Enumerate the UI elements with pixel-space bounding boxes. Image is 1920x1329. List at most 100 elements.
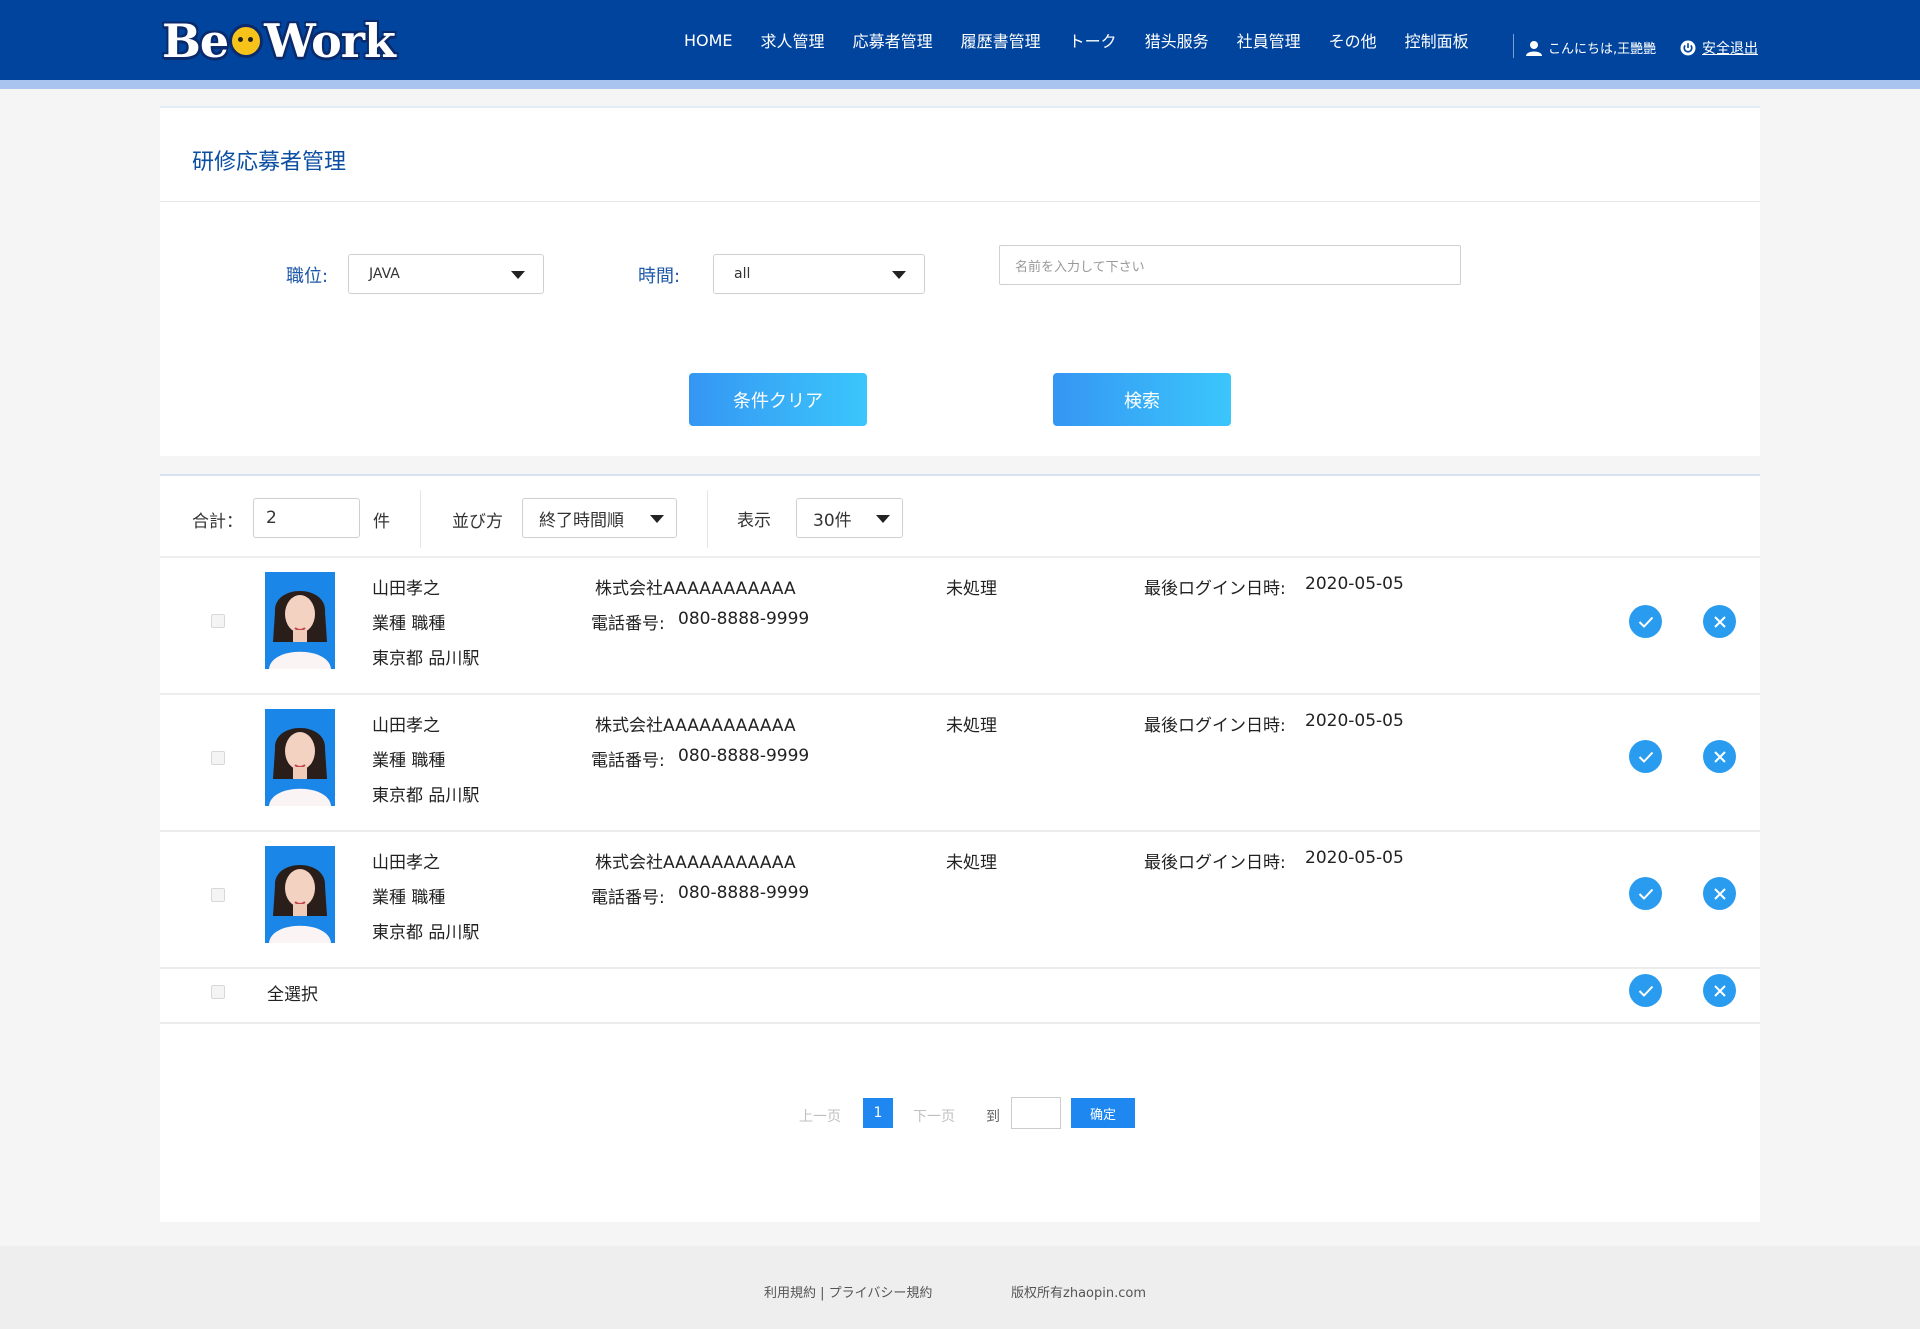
last-login-label: 最後ログイン日時:: [1144, 853, 1286, 873]
goto-label: 到: [986, 1109, 1000, 1125]
reject-all-button[interactable]: [1703, 974, 1736, 1007]
applicant-row: 山田孝之 業種 職種 東京都 品川駅 株式会社AAAAAAAAAAA 電話番号:…: [160, 558, 1760, 695]
approve-button[interactable]: [1629, 740, 1662, 773]
display-label: 表示: [737, 511, 771, 531]
check-icon: [1638, 888, 1653, 900]
position-select[interactable]: JAVA: [348, 254, 544, 294]
applicant-job: 業種 職種: [372, 888, 446, 908]
time-value: all: [734, 266, 751, 282]
sort-label: 並び方: [452, 512, 503, 532]
approve-button[interactable]: [1629, 877, 1662, 910]
applicant-name[interactable]: 山田孝之: [372, 711, 440, 736]
caret-down-icon: [511, 271, 525, 279]
status-text: 未処理: [946, 716, 997, 736]
time-label: 時間:: [638, 266, 681, 287]
clear-conditions-button[interactable]: 条件クリア: [689, 373, 867, 426]
phone-label: 電話番号:: [591, 614, 665, 634]
applicant-name[interactable]: 山田孝之: [372, 848, 440, 873]
nav-resume-management[interactable]: 履歴書管理: [961, 28, 1041, 52]
nav-employee-management[interactable]: 社員管理: [1237, 28, 1301, 52]
row-checkbox[interactable]: [211, 614, 225, 628]
applicant-photo: [265, 846, 335, 943]
user-icon: [1526, 40, 1542, 56]
check-icon: [1638, 616, 1653, 628]
total-label: 合計：: [192, 512, 243, 532]
close-icon: [1713, 887, 1726, 900]
applicant-row: 山田孝之 業種 職種 東京都 品川駅 株式会社AAAAAAAAAAA 電話番号:…: [160, 695, 1760, 832]
row-checkbox[interactable]: [211, 888, 225, 902]
applicant-photo: [265, 709, 335, 806]
applicant-job: 業種 職種: [372, 751, 446, 771]
goto-confirm-button[interactable]: 确定: [1071, 1098, 1135, 1128]
applicant-list-panel: 合計： 2 件 並び方 終了時間順 表示 30件 山田孝之 業種 職種 東京都 …: [160, 474, 1760, 1222]
search-button[interactable]: 検索: [1053, 373, 1231, 426]
toolbar-divider: [707, 490, 708, 548]
user-greeting: こんにちは,王艷艷: [1526, 38, 1656, 57]
reject-button[interactable]: [1703, 740, 1736, 773]
approve-button[interactable]: [1629, 605, 1662, 638]
count-unit: 件: [373, 512, 390, 532]
applicant-job: 業種 職種: [372, 614, 446, 634]
applicant-phone: 080-8888-9999: [678, 746, 810, 766]
logout-link[interactable]: 安全退出: [1680, 38, 1758, 58]
nav-divider: [1513, 34, 1514, 58]
logout-label[interactable]: 安全退出: [1702, 38, 1758, 58]
footer-terms-links[interactable]: 利用規約 | プライバシー規約: [764, 1282, 932, 1301]
caret-down-icon: [650, 515, 664, 523]
name-placeholder: 名前を入力して下さい: [1015, 259, 1145, 275]
reject-button[interactable]: [1703, 877, 1736, 910]
close-icon: [1713, 984, 1726, 997]
time-select[interactable]: all: [713, 254, 925, 294]
toolbar-divider: [420, 490, 421, 548]
applicant-company: 株式会社AAAAAAAAAAA: [595, 853, 796, 873]
prev-page-link[interactable]: 上一页: [799, 1106, 841, 1126]
reject-button[interactable]: [1703, 605, 1736, 638]
top-header: Be Work HOME 求人管理 応募者管理 履歴書管理 トーク 猎头服务 社員…: [0, 0, 1920, 80]
bee-icon: [229, 24, 264, 58]
select-all-checkbox[interactable]: [211, 985, 225, 999]
applicant-location: 東京都 品川駅: [372, 649, 480, 669]
applicant-phone: 080-8888-9999: [678, 883, 810, 903]
total-count-field[interactable]: 2: [253, 498, 360, 538]
name-search-input[interactable]: 名前を入力して下さい: [999, 245, 1461, 285]
applicant-name[interactable]: 山田孝之: [372, 574, 440, 599]
list-toolbar: 合計： 2 件 並び方 終了時間順 表示 30件: [160, 476, 1760, 558]
last-login-label: 最後ログイン日時:: [1144, 716, 1286, 736]
title-divider: [160, 201, 1760, 202]
approve-all-button[interactable]: [1629, 974, 1662, 1007]
last-login-date: 2020-05-05: [1305, 574, 1404, 594]
sort-select[interactable]: 終了時間順: [522, 498, 677, 538]
row-checkbox[interactable]: [211, 751, 225, 765]
greeting-text: こんにちは,王艷艷: [1548, 42, 1657, 57]
phone-label: 電話番号:: [591, 888, 665, 908]
nav-applicant-management[interactable]: 応募者管理: [853, 28, 933, 52]
status-text: 未処理: [946, 853, 997, 873]
page-size-select[interactable]: 30件: [796, 498, 903, 538]
nav-headhunting[interactable]: 猎头服务: [1145, 28, 1209, 52]
page-1-button[interactable]: 1: [863, 1098, 893, 1128]
goto-page-input[interactable]: [1011, 1097, 1061, 1129]
applicant-company: 株式会社AAAAAAAAAAA: [595, 716, 796, 736]
header-strip: [0, 80, 1920, 89]
caret-down-icon: [876, 515, 890, 523]
next-page-link[interactable]: 下一页: [913, 1106, 955, 1126]
nav-talk[interactable]: トーク: [1069, 28, 1117, 52]
check-icon: [1638, 985, 1653, 997]
power-icon: [1680, 40, 1696, 56]
filter-panel: 研修応募者管理 職位: JAVA 時間: all 名前を入力して下さい 条件クリ…: [160, 106, 1760, 456]
nav-other[interactable]: その他: [1329, 28, 1377, 52]
last-login-date: 2020-05-05: [1305, 711, 1404, 731]
logo[interactable]: Be Work: [162, 12, 396, 70]
check-icon: [1638, 751, 1653, 763]
footer: 利用規約 | プライバシー規約 版权所有zhaopin.com: [0, 1246, 1920, 1329]
applicant-company: 株式会社AAAAAAAAAAA: [595, 579, 796, 599]
nav-job-management[interactable]: 求人管理: [761, 28, 825, 52]
page-title: 研修応募者管理: [192, 150, 347, 175]
nav-control-panel[interactable]: 控制面板: [1405, 28, 1469, 52]
nav-home[interactable]: HOME: [684, 31, 733, 50]
applicant-location: 東京都 品川駅: [372, 786, 480, 806]
logo-part-work: Work: [264, 14, 396, 68]
position-value: JAVA: [369, 266, 400, 282]
footer-copyright: 版权所有zhaopin.com: [1011, 1286, 1146, 1301]
select-all-label: 全選択: [267, 985, 318, 1005]
